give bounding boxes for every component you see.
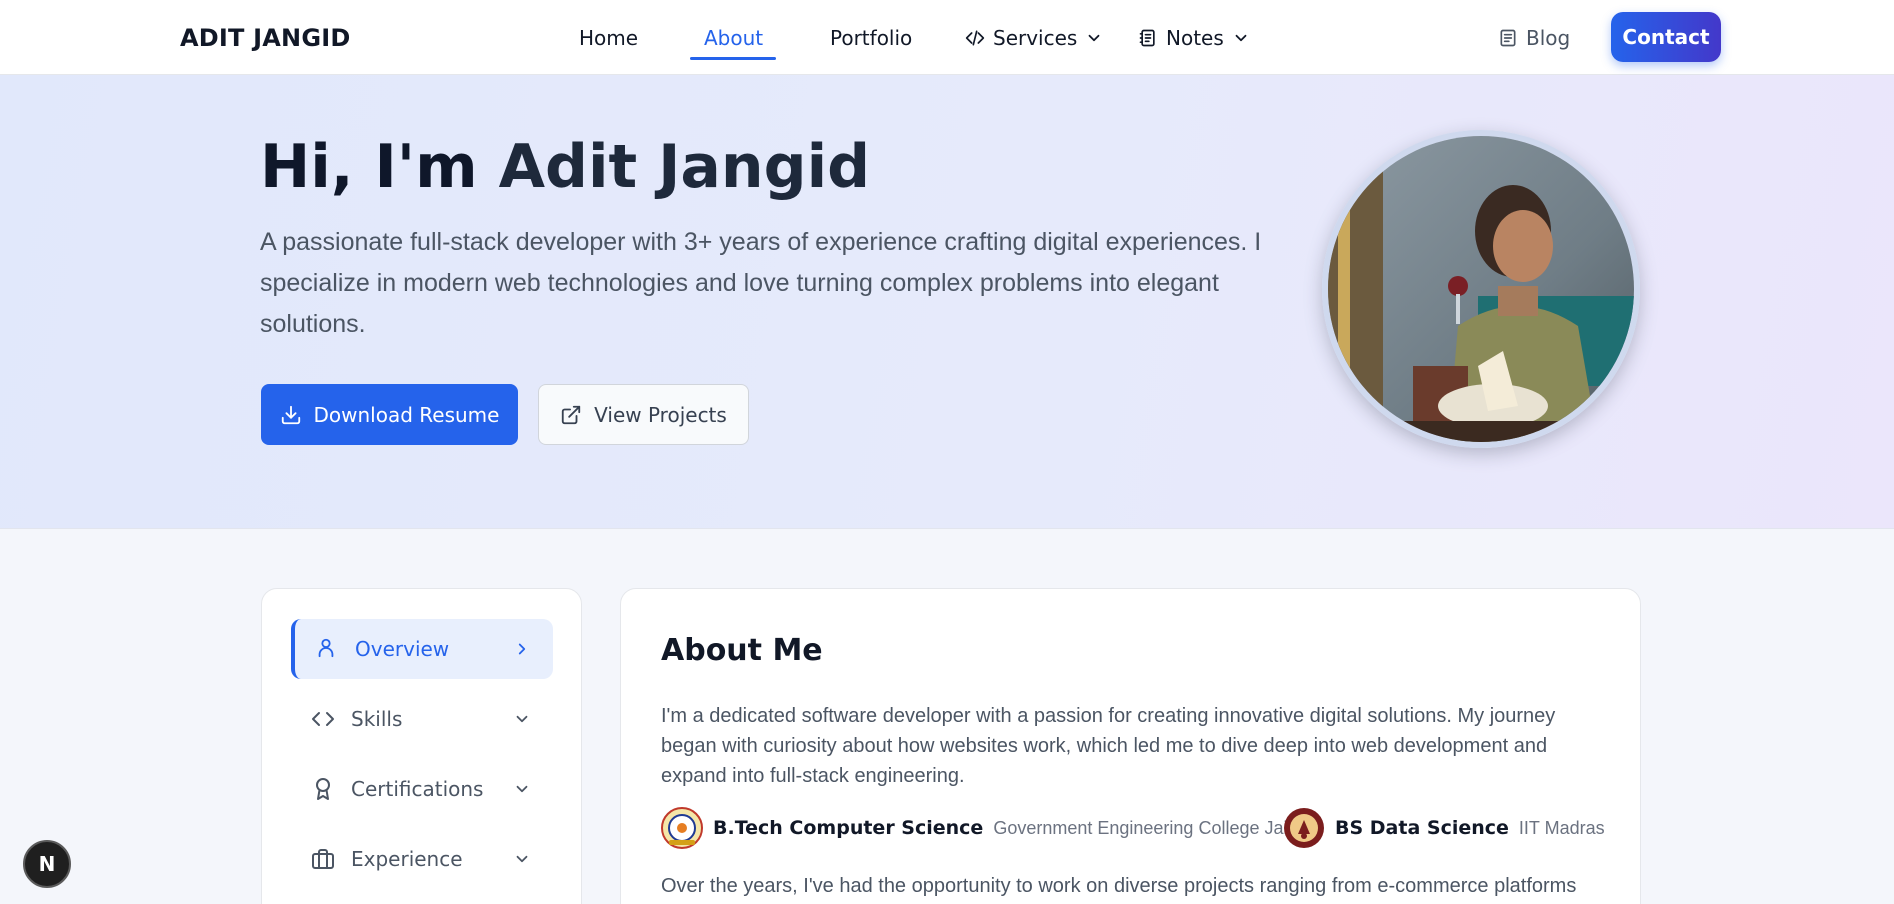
badge-letter: N: [38, 852, 56, 876]
nav-blog-link[interactable]: Blog: [1498, 26, 1570, 50]
top-navbar: ADIT JANGID Home About Portfolio Service…: [0, 0, 1894, 75]
degree-title: BS Data Science: [1335, 817, 1509, 839]
about-paragraph-2: Over the years, I've had the opportunity…: [661, 875, 1577, 897]
nav-blog-label: Blog: [1526, 26, 1571, 50]
sidebar-item-skills[interactable]: Skills: [291, 689, 553, 749]
sidebar-item-label: Overview: [355, 637, 450, 661]
institution-name: IIT Madras: [1518, 817, 1605, 838]
external-link-icon: [560, 404, 582, 426]
chevron-down-icon: [513, 780, 531, 798]
code-icon: [311, 707, 335, 731]
nav-about-link[interactable]: About: [704, 26, 763, 50]
chevron-down-icon: [1085, 29, 1103, 47]
hero-title: Hi, I'm Adit Jangid: [260, 132, 870, 202]
sidebar-item-overview[interactable]: Overview: [291, 619, 553, 679]
briefcase-icon: [311, 847, 335, 871]
brand-logo[interactable]: ADIT JANGID: [180, 24, 351, 52]
nav-notes-label: Notes: [1166, 26, 1224, 50]
institution-name: Government Engineering College Jaipur: [993, 817, 1314, 838]
sidebar-item-label: Experience: [351, 847, 463, 871]
contact-button-label: Contact: [1622, 25, 1710, 49]
nav-notes-dropdown[interactable]: Notes: [1138, 26, 1250, 50]
newspaper-icon: [1498, 28, 1518, 48]
sidebar-item-certifications[interactable]: Certifications: [291, 759, 553, 819]
download-icon: [280, 404, 302, 426]
about-sidebar: Overview Skills Certifications Experienc…: [261, 588, 582, 904]
nav-home-link[interactable]: Home: [579, 26, 638, 50]
view-projects-label: View Projects: [594, 402, 727, 427]
nav-services-dropdown[interactable]: Services: [965, 26, 1103, 50]
profile-photo: [1322, 130, 1640, 448]
hero-greeting: Hi, I'm: [260, 132, 478, 202]
nav-portfolio-link[interactable]: Portfolio: [830, 26, 912, 50]
about-me-card: About Me I'm a dedicated software develo…: [620, 588, 1641, 904]
nextjs-dev-badge[interactable]: N: [23, 840, 71, 888]
nav-services-label: Services: [993, 26, 1078, 50]
sidebar-item-label: Skills: [351, 707, 403, 731]
nav-home-label: Home: [579, 26, 639, 50]
education-item: BS Data Science IIT Madras: [1283, 807, 1605, 849]
about-title: About Me: [661, 633, 823, 668]
sidebar-item-label: Certifications: [351, 777, 484, 801]
gec-jaipur-logo-icon: [661, 807, 703, 849]
nav-about-label: About: [704, 26, 764, 50]
code-icon: [965, 28, 985, 48]
chevron-down-icon: [513, 710, 531, 728]
active-nav-indicator: [690, 57, 776, 60]
notebook-icon: [1138, 28, 1158, 48]
user-icon: [315, 637, 339, 661]
about-paragraph-1: I'm a dedicated software developer with …: [661, 705, 1556, 787]
degree-title: B.Tech Computer Science: [713, 817, 984, 839]
hero-name: Adit Jangid: [498, 132, 871, 202]
iit-madras-logo-icon: [1283, 807, 1325, 849]
download-resume-label: Download Resume: [313, 402, 500, 427]
award-icon: [311, 777, 335, 801]
hero-description: A passionate full-stack developer with 3…: [260, 228, 1262, 338]
contact-button[interactable]: Contact: [1611, 12, 1721, 62]
chevron-right-icon: [513, 640, 531, 658]
education-item: B.Tech Computer Science Government Engin…: [661, 807, 1314, 849]
nav-portfolio-label: Portfolio: [830, 26, 913, 50]
sidebar-item-experience[interactable]: Experience: [291, 829, 553, 889]
chevron-down-icon: [1232, 29, 1250, 47]
download-resume-button[interactable]: Download Resume: [261, 384, 518, 445]
chevron-down-icon: [513, 850, 531, 868]
view-projects-button[interactable]: View Projects: [538, 384, 749, 445]
